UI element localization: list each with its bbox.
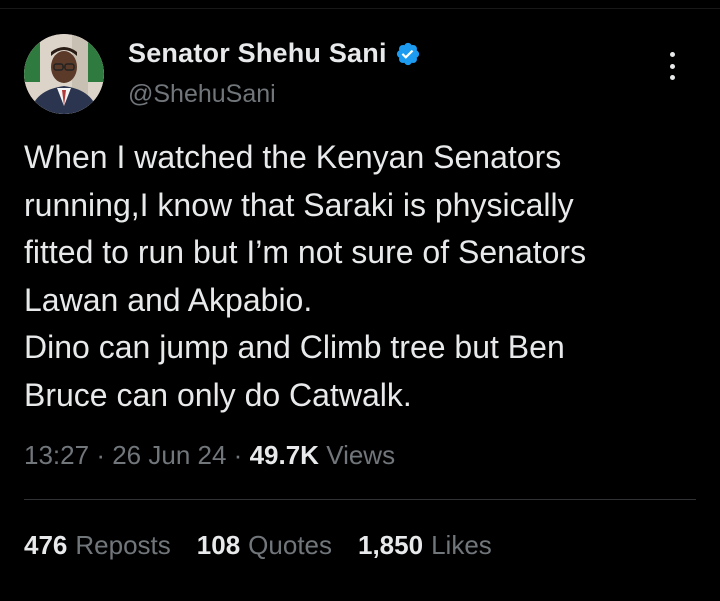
- quotes-count: 108: [196, 530, 241, 560]
- divider: [24, 499, 696, 500]
- engagement-stats: 476 Reposts 108 Quotes 1,850 Likes: [24, 530, 492, 561]
- user-handle[interactable]: @ShehuSani: [128, 80, 276, 109]
- avatar[interactable]: [24, 34, 104, 114]
- verified-badge-icon: [396, 42, 419, 65]
- avatar-photo-icon: [24, 34, 104, 114]
- quotes-stat[interactable]: 108 Quotes: [197, 530, 332, 561]
- views-count: 49.7K: [249, 440, 319, 470]
- display-name[interactable]: Senator Shehu Sani: [128, 38, 387, 69]
- quotes-label: Quotes: [248, 530, 332, 560]
- tweet-meta: 13:27 · 26 Jun 24 · 49.7K Views: [24, 440, 395, 471]
- reposts-stat[interactable]: 476 Reposts: [24, 530, 171, 561]
- meta-separator: ·: [96, 440, 105, 470]
- name-row: Senator Shehu Sani: [128, 38, 421, 69]
- more-options-icon[interactable]: [660, 48, 684, 84]
- tweet-text: When I watched the Kenyan Senators runni…: [24, 139, 587, 413]
- views-label: Views: [326, 440, 396, 470]
- reposts-count: 476: [24, 530, 68, 560]
- likes-stat[interactable]: 1,850 Likes: [358, 530, 492, 561]
- tweet-header: Senator Shehu Sani @ShehuSani: [24, 34, 700, 114]
- reposts-label: Reposts: [75, 530, 171, 560]
- tweet-time[interactable]: 13:27: [24, 440, 89, 470]
- meta-separator: ·: [233, 440, 243, 470]
- tweet-date[interactable]: 26 Jun 24: [112, 440, 226, 470]
- likes-count: 1,850: [358, 530, 424, 560]
- likes-label: Likes: [431, 530, 492, 560]
- top-edge-line: [0, 8, 720, 9]
